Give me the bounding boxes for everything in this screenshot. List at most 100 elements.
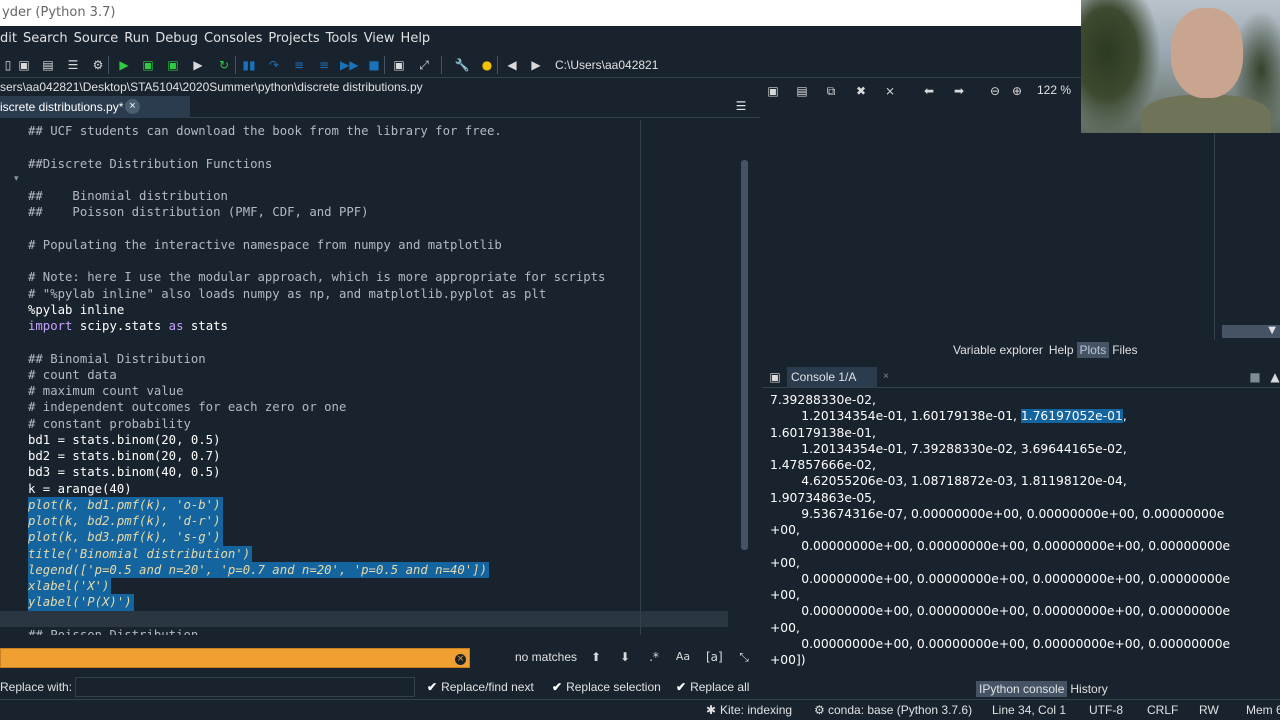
code-line: bd1 = stats.binom(20, 0.5) <box>0 432 640 448</box>
menu-debug[interactable]: Debug <box>155 31 198 46</box>
run-cell-advance-icon[interactable]: ▣ <box>165 57 181 73</box>
line-endings: CRLF <box>1147 703 1179 717</box>
code-line: plot(k, bd3.pmf(k), 's-g') <box>0 529 640 546</box>
menu-projects[interactable]: Projects <box>268 31 319 46</box>
editor-scrollbar[interactable] <box>741 160 748 550</box>
save-all-icon[interactable]: ▤ <box>40 57 56 73</box>
tab-ipython-console[interactable]: IPython console <box>976 681 1068 697</box>
list-icon[interactable]: ☰ <box>65 57 81 73</box>
close-icon[interactable]: × <box>125 99 140 114</box>
code-line: # maximum count value <box>0 383 640 399</box>
find-next-icon[interactable]: ⬇ <box>617 649 633 665</box>
replace-selection-button[interactable]: ✔ Replace selection <box>552 680 661 694</box>
save-icon[interactable]: ▣ <box>16 57 32 73</box>
remove-plot-icon[interactable]: ✖ <box>853 83 869 99</box>
conda-env[interactable]: conda: base (Python 3.7.6) <box>828 703 972 717</box>
copy-plot-icon[interactable]: ⧉ <box>823 83 839 99</box>
run-icon[interactable]: ▶ <box>116 57 132 73</box>
code-editor[interactable]: ## UCF students can download the book fr… <box>0 120 752 635</box>
code-line: # Note: here I use the modular approach,… <box>0 269 640 285</box>
case-sensitive-icon[interactable]: Aa <box>675 649 691 665</box>
step-icon[interactable]: ↷ <box>266 57 282 73</box>
console-icon: ▣ <box>769 370 781 384</box>
continue-icon[interactable]: ▶▶ <box>340 57 358 73</box>
code-line-text: ## Binomial Distribution <box>28 351 206 366</box>
find-previous-icon[interactable]: ⬆ <box>588 649 604 665</box>
debug-icon[interactable]: ▮▮ <box>241 57 257 73</box>
code-line-text: plot(k, bd2.pmf(k), 'd-r') <box>28 513 223 530</box>
code-line: # independent outcomes for each zero or … <box>0 399 640 415</box>
menu-run[interactable]: Run <box>124 31 149 46</box>
menu-source[interactable]: Source <box>74 31 119 46</box>
save-plot-icon[interactable]: ▣ <box>765 83 781 99</box>
run-cell-icon[interactable]: ▣ <box>140 57 156 73</box>
plots-thumbnails[interactable] <box>1214 133 1280 340</box>
console-line: +00, <box>770 523 800 537</box>
tab-history[interactable]: History <box>1067 681 1110 697</box>
forward-icon[interactable]: ▶ <box>528 57 544 73</box>
console-line: 7.39288330e-02, <box>770 393 876 407</box>
new-file-icon[interactable]: ▯ <box>0 57 16 73</box>
find-input[interactable]: × <box>0 648 470 668</box>
menu-view[interactable]: View <box>364 31 395 46</box>
run-selection-icon[interactable]: ▶ <box>190 57 206 73</box>
editor-tab-label: iscrete distributions.py* <box>0 100 124 114</box>
back-icon[interactable]: ◀ <box>504 57 520 73</box>
code-line: ## Poisson Distribution <box>0 627 640 635</box>
console-tab[interactable]: Console 1/A × <box>787 367 889 387</box>
rerun-icon[interactable]: ↻ <box>216 57 232 73</box>
tab-plots[interactable]: Plots <box>1076 342 1110 358</box>
tab-help[interactable]: Help <box>1046 342 1077 358</box>
menu-tools[interactable]: Tools <box>326 31 358 46</box>
zoom-out-icon[interactable]: ⊖ <box>987 83 1003 99</box>
replace-input[interactable] <box>75 677 415 697</box>
code-line-text: ## UCF students can download the book fr… <box>28 124 502 138</box>
ipython-console[interactable]: 7.39288330e-02, 1.20134354e-01, 1.601791… <box>762 392 1280 672</box>
code-line: ## Binomial Distribution <box>0 351 640 367</box>
console-tabbar: ▣ Console 1/A × ■ ▲ <box>762 366 1280 388</box>
thumbnail-scroll[interactable]: ▼ <box>1222 325 1280 338</box>
zoom-in-icon[interactable]: ⊕ <box>1009 83 1025 99</box>
preferences-icon[interactable]: ⚙ <box>90 57 106 73</box>
previous-plot-icon[interactable]: ⬅ <box>921 83 937 99</box>
menu-search[interactable]: Search <box>23 31 68 46</box>
clear-icon[interactable]: × <box>455 654 466 665</box>
maximize-pane-icon[interactable]: ▣ <box>391 57 407 73</box>
step-return-icon[interactable]: ≡ <box>316 57 332 73</box>
code-line-text: plot(k, bd1.pmf(k), 'o-b') <box>28 496 223 513</box>
stop-debug-icon[interactable]: ■ <box>366 57 382 73</box>
replace-bar: Replace with: ✔ Replace/find next ✔ Replac… <box>0 677 760 699</box>
whole-word-icon[interactable]: [a] <box>706 649 723 665</box>
code-line: ##Discrete Distribution Functions <box>0 156 640 172</box>
options-icon[interactable]: ▲ <box>1267 369 1280 385</box>
fold-icon[interactable]: ▾ <box>14 174 19 184</box>
menu-help[interactable]: Help <box>401 31 431 46</box>
tab-files[interactable]: Files <box>1109 342 1140 358</box>
regex-icon[interactable]: .* <box>646 649 662 665</box>
console-line: 1.20134354e-01, 1.60179138e-01, 1.761970… <box>770 409 1127 424</box>
next-plot-icon[interactable]: ➡ <box>951 83 967 99</box>
code-line-text: # maximum count value <box>28 384 184 398</box>
save-all-plots-icon[interactable]: ▤ <box>794 83 810 99</box>
code-line-text: title('Binomial distribution') <box>28 545 253 562</box>
tab-variable-explorer[interactable]: Variable explorer <box>950 342 1046 358</box>
close-icon[interactable]: × <box>883 371 894 382</box>
working-directory[interactable]: C:\Users\aa042821 <box>555 56 658 74</box>
replace-find-next-button[interactable]: ✔ Replace/find next <box>427 680 534 694</box>
remove-all-plots-icon[interactable]: ⨯ <box>882 83 898 99</box>
highlight-icon[interactable]: ⤡ <box>736 649 752 665</box>
chevron-down-icon: ▼ <box>1268 325 1276 336</box>
conda-icon: ⚙ <box>814 703 825 717</box>
editor-tab[interactable]: iscrete distributions.py* × <box>0 96 190 118</box>
stop-icon[interactable]: ■ <box>1247 369 1263 385</box>
menu-edit[interactable]: dit <box>0 31 17 46</box>
hamburger-menu-icon[interactable]: ☰ <box>734 99 748 113</box>
kite-status[interactable]: Kite: indexing <box>720 703 792 717</box>
replace-all-button[interactable]: ✔ Replace all <box>676 680 749 694</box>
menu-consoles[interactable]: Consoles <box>204 31 262 46</box>
python-path-icon[interactable]: ● <box>479 57 495 73</box>
fullscreen-icon[interactable]: ⤢ <box>416 57 432 73</box>
wrench-icon[interactable]: 🔧 <box>454 57 470 73</box>
step-into-icon[interactable]: ≡ <box>291 57 307 73</box>
